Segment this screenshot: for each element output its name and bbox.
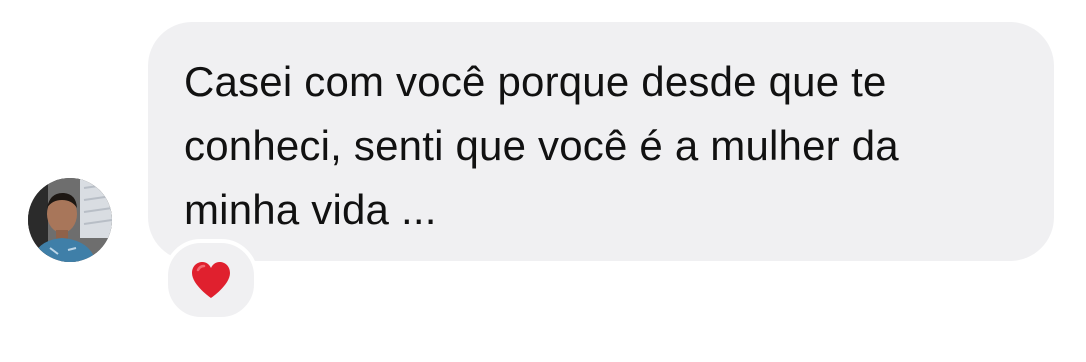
red-heart-icon — [192, 262, 230, 298]
sender-avatar[interactable] — [28, 178, 112, 262]
reaction-badge[interactable] — [164, 239, 258, 321]
message-text: Casei com você porque desde que te conhe… — [184, 58, 899, 233]
message-bubble[interactable]: Casei com você porque desde que te conhe… — [148, 22, 1054, 261]
profile-photo — [28, 178, 112, 262]
